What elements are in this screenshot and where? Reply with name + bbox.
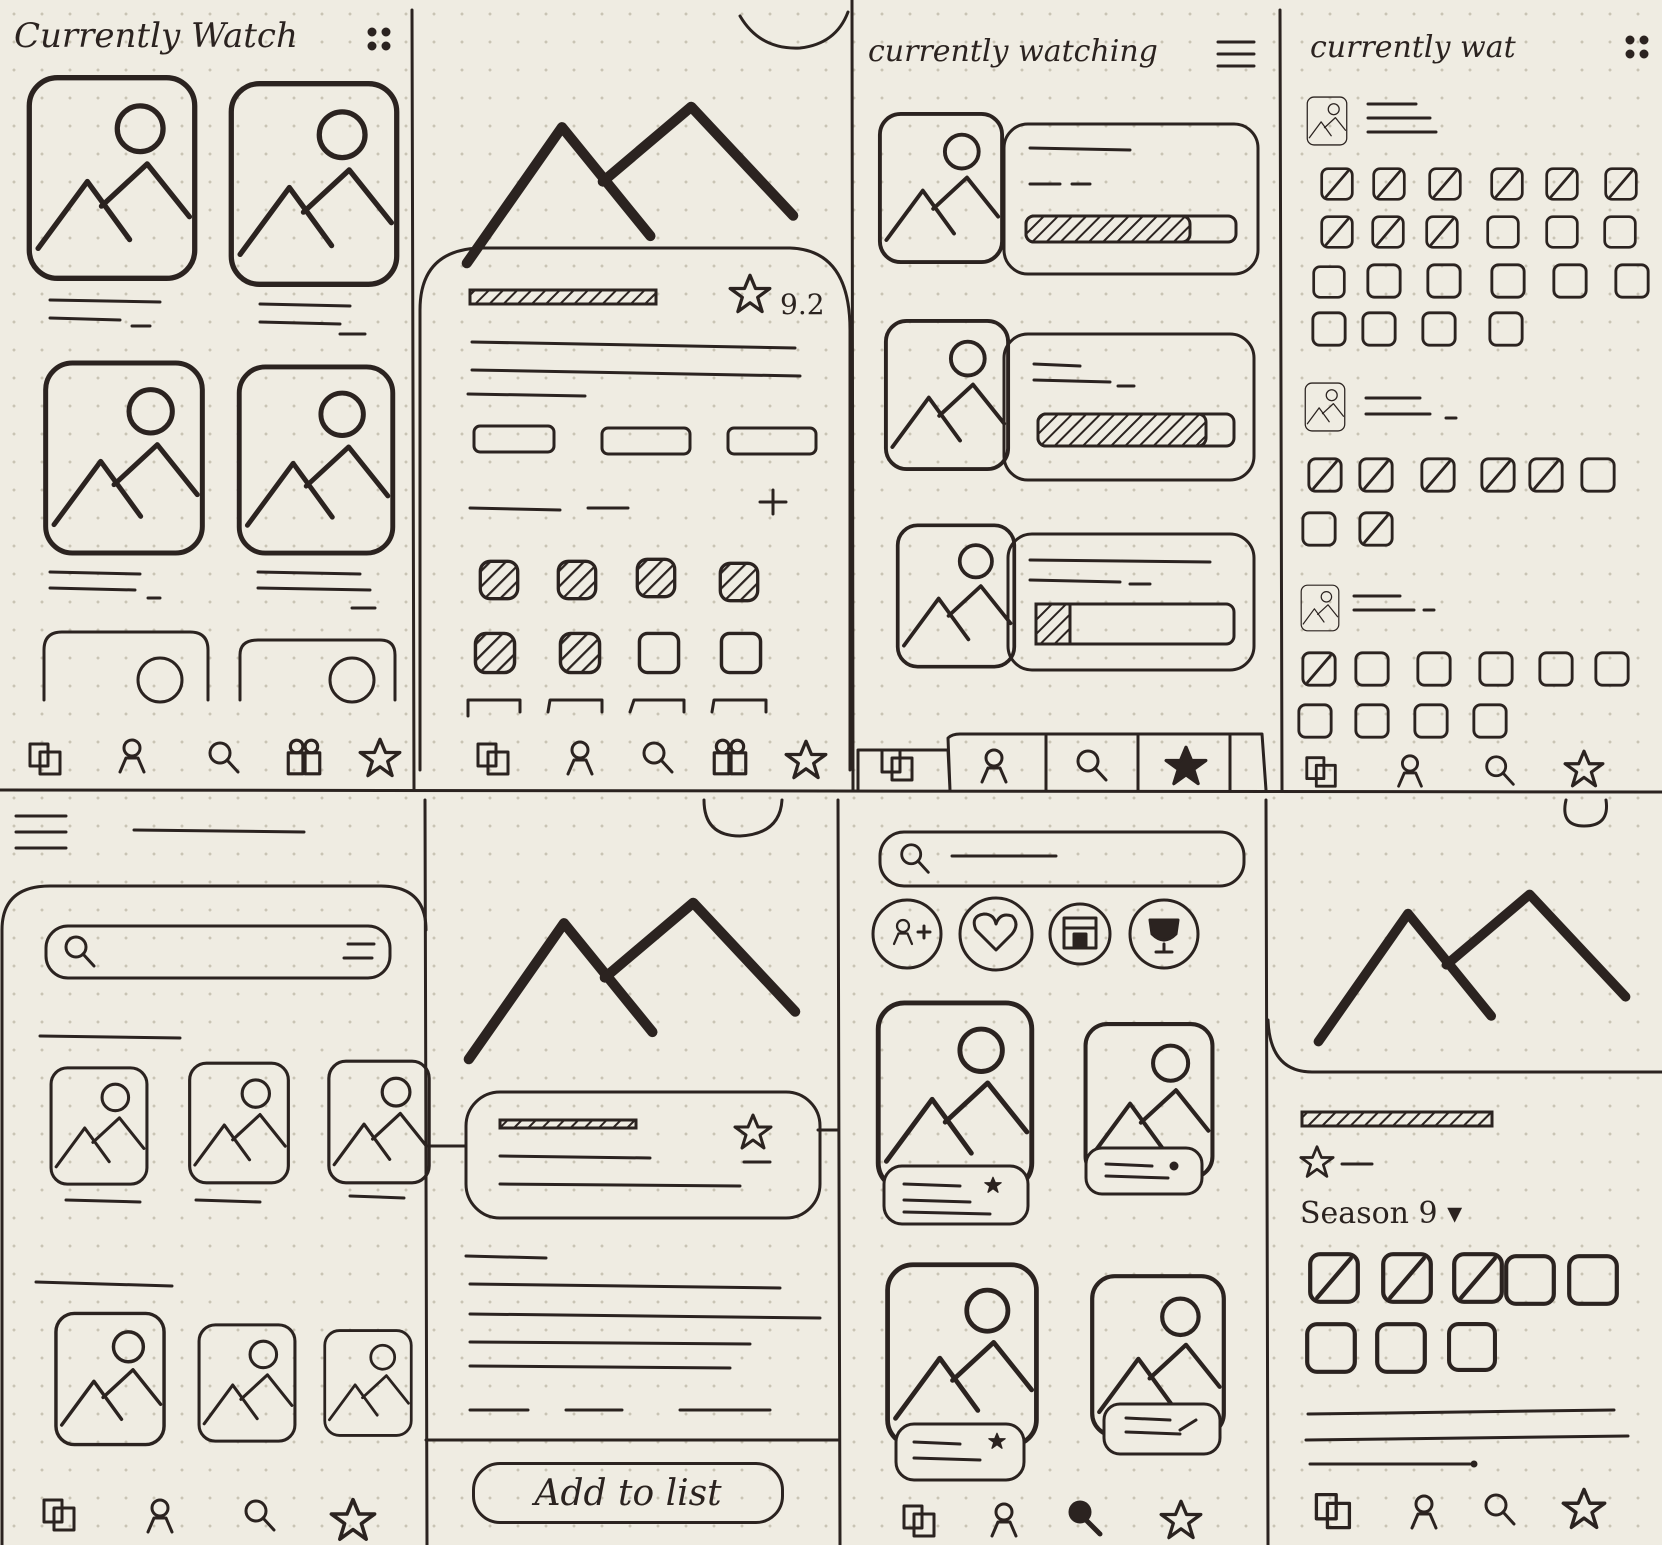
search-input[interactable] [878,830,1246,888]
profile-icon[interactable] [118,738,146,774]
poster-card[interactable] [327,1059,431,1185]
search-input[interactable] [44,924,392,980]
divider-h [0,788,1662,794]
poster-card[interactable] [880,114,1002,262]
poster-card[interactable] [46,363,203,553]
profile-tab-icon[interactable] [980,748,1008,784]
calendar-icon[interactable] [1048,902,1112,966]
library-icon[interactable] [476,742,510,776]
star-icon[interactable] [1561,1487,1607,1530]
divider-v2 [850,0,855,792]
menu-icon[interactable] [14,814,68,850]
star-tab-icon[interactable] [1164,745,1208,786]
poster-card[interactable] [323,1328,413,1438]
favorite-star-icon[interactable] [733,1113,773,1150]
add-friend-icon[interactable] [871,898,943,970]
library-icon[interactable] [1305,756,1337,788]
episode-grid [1311,166,1650,347]
poster-card[interactable] [49,1066,149,1186]
poster-card[interactable] [886,321,1008,469]
library-tab-icon[interactable] [880,748,914,782]
menu-icon[interactable] [367,27,391,51]
trophy-icon[interactable] [1128,898,1200,970]
search-icon[interactable] [244,1499,276,1532]
search-icon-active[interactable] [1068,1500,1103,1537]
search-icon [64,935,96,968]
library-icon[interactable] [1314,1492,1352,1530]
awards-icon[interactable] [712,738,748,776]
rating-star-icon [1299,1145,1335,1178]
panel-7-discover [871,830,1246,1540]
star-icon[interactable] [331,1500,374,1540]
panel-1-grid [28,27,402,778]
search-tab-icon[interactable] [1076,749,1108,782]
filter-icon[interactable] [342,942,376,960]
divider-v5 [836,798,842,1545]
profile-icon[interactable] [1410,1494,1438,1530]
heart-icon[interactable] [958,896,1034,972]
awards-icon[interactable] [286,738,322,776]
profile-icon[interactable] [990,1502,1018,1538]
poster-card[interactable] [888,1265,1037,1446]
profile-icon[interactable] [146,1498,174,1534]
poster-card[interactable] [187,1061,291,1185]
poster-card[interactable] [54,1311,166,1447]
star-icon[interactable] [1563,749,1605,788]
search-icon[interactable] [208,741,240,774]
search-icon[interactable] [1484,1493,1516,1526]
library-icon[interactable] [28,742,62,776]
panel-2-detail [418,10,852,780]
profile-icon[interactable] [566,740,594,776]
star-icon[interactable] [1159,1499,1203,1540]
panel-5-browse [0,814,431,1545]
panel-3-progress-list [856,40,1268,792]
search-icon[interactable] [1485,755,1515,786]
star-icon[interactable] [358,737,402,778]
search-icon[interactable] [642,741,674,774]
sketch-drawing [0,0,1662,1545]
poster-card[interactable] [231,84,396,285]
poster-card[interactable] [197,1323,297,1443]
poster-card[interactable] [898,525,1015,666]
panel-8-show-detail [1266,798,1662,1530]
panel-6-title-detail [424,798,840,1442]
divider-v6 [1264,798,1270,1545]
menu-icon[interactable] [1625,35,1649,59]
library-icon[interactable] [902,1504,936,1538]
poster-card[interactable] [239,367,393,553]
menu-icon[interactable] [1216,40,1256,68]
star-icon[interactable] [784,739,828,780]
divider-v3 [1278,8,1284,792]
poster-card[interactable] [878,1003,1032,1189]
plus-icon[interactable] [758,488,788,516]
sketch-sheet: Currently Watch 9.2 currently watching c… [0,0,1662,1545]
search-icon [900,843,930,874]
library-icon[interactable] [42,1498,76,1532]
poster-card[interactable] [29,78,194,279]
profile-icon[interactable] [1397,754,1423,788]
panel-4-episodes [1297,35,1650,788]
divider-v1 [410,8,416,792]
rating-star-icon [728,273,772,314]
